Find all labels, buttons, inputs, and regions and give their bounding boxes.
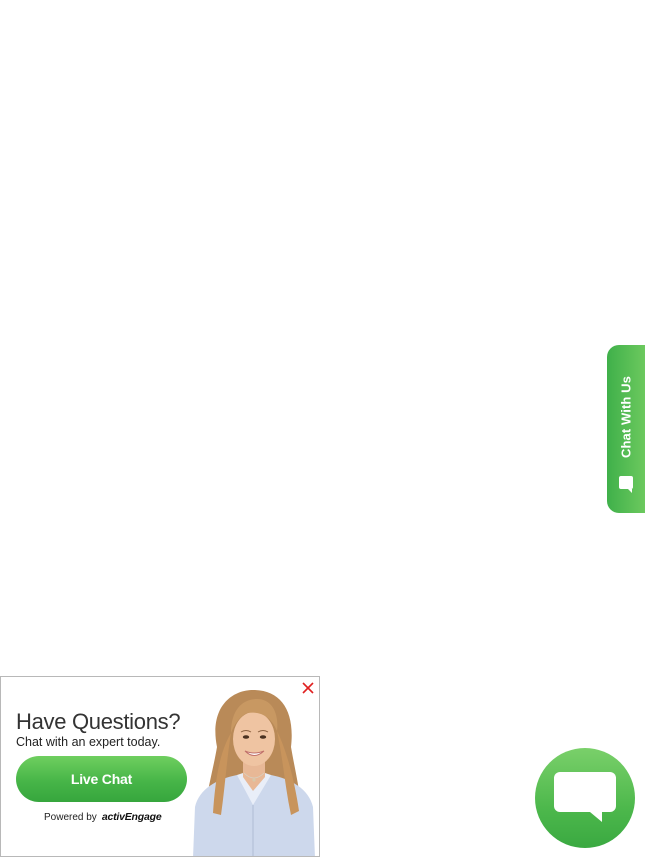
popup-subtitle: Chat with an expert today. xyxy=(16,735,161,749)
chat-with-us-tab[interactable]: Chat With Us xyxy=(607,345,645,513)
activengage-logo[interactable]: activEngage xyxy=(102,811,162,823)
page: Chat With Us Have Questions? Chat with a… xyxy=(0,0,645,858)
powered-by-label: Powered by xyxy=(44,812,97,823)
popup-title: Have Questions? xyxy=(16,709,181,734)
chat-invite-popup: Have Questions? Chat with an expert toda… xyxy=(0,676,320,857)
powered-by: Powered by activEngage xyxy=(44,811,162,823)
chat-bubble-icon xyxy=(554,772,616,822)
support-agent-photo xyxy=(193,689,315,856)
live-chat-button[interactable]: Live Chat xyxy=(16,756,187,802)
chat-bubble-icon xyxy=(619,476,633,493)
chat-launcher-button[interactable] xyxy=(535,748,635,848)
chat-with-us-label: Chat With Us xyxy=(618,376,634,458)
